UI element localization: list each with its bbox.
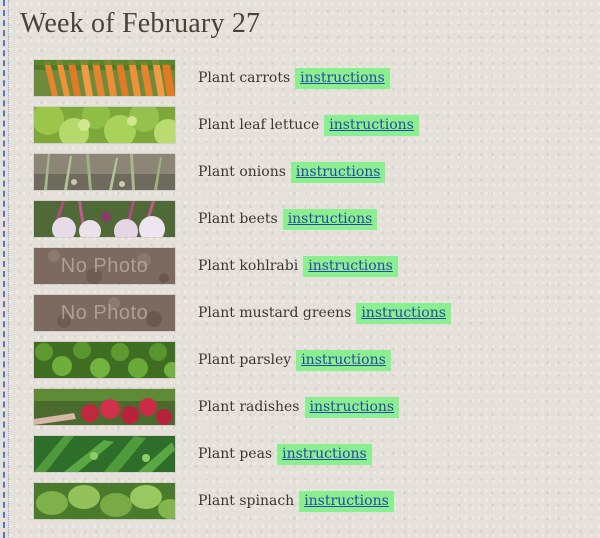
list-item: Plant spinach instructions [34,483,594,519]
instructions-link[interactable]: instructions [303,255,398,277]
no-photo-text: No Photo [60,254,149,277]
radishes-photo [34,389,175,425]
instructions-link[interactable]: instructions [356,302,451,324]
plant-list: Plant carrots instructions Plant leaf le… [34,60,594,530]
instructions-link[interactable]: instructions [277,443,372,465]
no-photo-placeholder: No Photo [34,248,175,284]
peas-photo [34,436,175,472]
no-photo-placeholder: No Photo [34,295,175,331]
lettuce-photo [34,107,175,143]
instructions-link[interactable]: instructions [290,161,386,183]
list-item: Plant peas instructions [34,436,594,472]
instructions-link[interactable]: instructions [324,114,419,136]
page-title: Week of February 27 [20,8,261,39]
instructions-link[interactable]: instructions [304,396,400,418]
list-item: Plant radishes instructions [34,389,594,425]
task-label: Plant mustard greens [198,305,352,321]
task-label: Plant spinach [198,493,295,509]
task-label: Plant leaf lettuce [198,117,320,133]
task-label: Plant carrots [198,70,291,86]
task-label: Plant radishes [198,399,300,415]
instructions-link[interactable]: instructions [282,208,378,230]
parsley-photo [34,342,175,378]
list-item: Plant parsley instructions [34,342,594,378]
beets-photo [34,201,175,237]
carrots-photo [34,60,175,96]
spinach-photo [34,483,175,519]
instructions-link[interactable]: instructions [296,349,391,371]
task-label: Plant parsley [198,352,292,368]
no-photo-text: No Photo [60,301,149,324]
list-item: No Photo Plant kohlrabi instructions [34,248,594,284]
list-item: Plant beets instructions [34,201,594,237]
left-page-border [3,0,5,538]
task-label: Plant onions [198,164,286,180]
list-item: Plant carrots instructions [34,60,594,96]
instructions-link[interactable]: instructions [295,67,390,89]
onions-photo [34,154,175,190]
list-item: Plant onions instructions [34,154,594,190]
list-item: No Photo Plant mustard greens instructio… [34,295,594,331]
task-label: Plant beets [198,211,278,227]
list-item: Plant leaf lettuce instructions [34,107,594,143]
task-label: Plant kohlrabi [198,258,299,274]
left-page-border-inner [8,0,9,538]
instructions-link[interactable]: instructions [299,490,394,512]
task-label: Plant peas [198,446,273,462]
